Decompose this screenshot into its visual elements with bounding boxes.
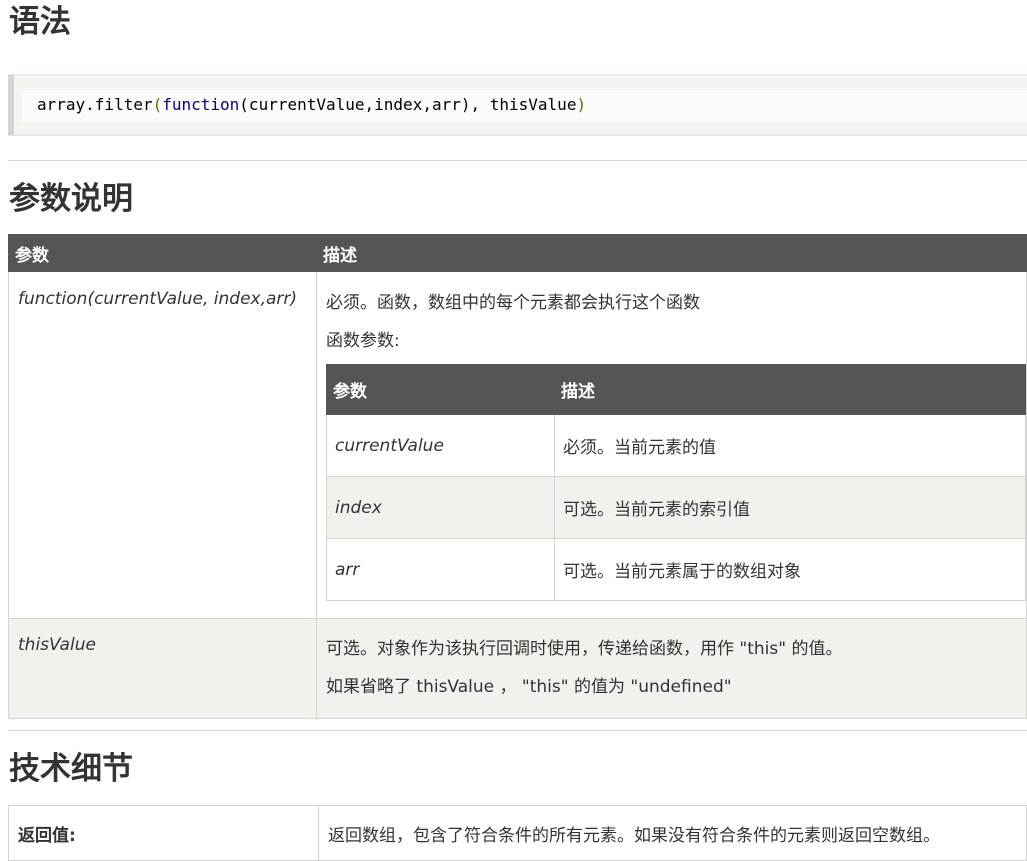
code-block: array.filter(function(currentValue,index…	[8, 74, 1027, 136]
code-keyword: function	[162, 95, 240, 114]
desc-cell: 可选。对象作为该执行回调时使用，传递给函数，用作 "this" 的值。 如果省略…	[316, 618, 1027, 719]
code-line: array.filter(function(currentValue,index…	[22, 90, 1027, 122]
table-row: thisValue 可选。对象作为该执行回调时使用，传递给函数，用作 "this…	[8, 618, 1027, 719]
params-table: 参数 描述 function(currentValue, index,arr) …	[8, 234, 1027, 719]
inner-params-table: 参数 描述 currentValue 必须。当前元素的值 index 可选。当前…	[326, 364, 1026, 601]
table-row: function(currentValue, index,arr) 必须。函数，…	[8, 271, 1027, 619]
desc-line: 如果省略了 thisValue ， "this" 的值为 "undefined"	[326, 677, 732, 697]
code-prefix: array.filter	[37, 95, 153, 114]
code-paren-close: )	[576, 95, 587, 114]
details-heading: 技术细节	[9, 751, 133, 787]
desc-line: 必须。函数，数组中的每个元素都会执行这个函数	[326, 293, 700, 313]
inner-param-desc: 可选。当前元素的索引值	[554, 476, 1026, 539]
param-cell: function(currentValue, index,arr)	[8, 271, 317, 619]
params-heading: 参数说明	[9, 181, 133, 217]
inner-param-desc: 可选。当前元素属于的数组对象	[554, 538, 1026, 601]
code-block-bar	[8, 75, 14, 135]
page: 语法 array.filter(function(currentValue,in…	[0, 0, 1027, 861]
inner-header-desc: 描述	[554, 364, 1026, 415]
details-table: 返回值: 返回数组，包含了符合条件的所有元素。如果没有符合条件的元素则返回空数组…	[8, 805, 1027, 861]
divider	[8, 160, 1027, 161]
param-name: function(currentValue, index,arr)	[18, 289, 298, 309]
params-header-row: 参数 描述	[8, 234, 1027, 272]
divider	[8, 730, 1027, 731]
details-value: 返回数组，包含了符合条件的所有元素。如果没有符合条件的元素则返回空数组。	[318, 805, 1027, 861]
desc-line: 可选。对象作为该执行回调时使用，传递给函数，用作 "this" 的值。	[326, 639, 843, 659]
details-label: 返回值:	[8, 805, 319, 861]
params-header-param: 参数	[8, 234, 317, 272]
table-row: arr 可选。当前元素属于的数组对象	[326, 538, 1026, 601]
param-name: thisValue	[18, 635, 96, 655]
params-header-desc: 描述	[316, 234, 1027, 272]
inner-header-row: 参数 描述	[326, 364, 1026, 415]
code-args: (currentValue,index,arr), thisValue	[239, 95, 577, 114]
inner-header-param: 参数	[326, 364, 555, 415]
syntax-heading: 语法	[9, 4, 71, 40]
table-row: 返回值: 返回数组，包含了符合条件的所有元素。如果没有符合条件的元素则返回空数组…	[8, 805, 1027, 861]
table-row: currentValue 必须。当前元素的值	[326, 414, 1026, 477]
inner-param-name: index	[326, 476, 555, 539]
code-paren-open: (	[152, 95, 163, 114]
desc-cell: 必须。函数，数组中的每个元素都会执行这个函数 函数参数: 参数 描述 curre…	[316, 271, 1027, 619]
desc-line: 函数参数:	[326, 331, 400, 351]
inner-param-name: arr	[326, 538, 555, 601]
inner-param-name: currentValue	[326, 414, 555, 477]
table-row: index 可选。当前元素的索引值	[326, 476, 1026, 539]
inner-param-desc: 必须。当前元素的值	[554, 414, 1026, 477]
param-cell: thisValue	[8, 618, 317, 719]
code-snippet: array.filter(function(currentValue,index…	[37, 95, 586, 114]
